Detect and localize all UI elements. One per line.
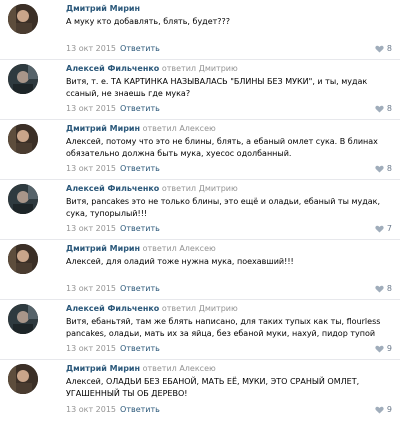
heart-icon [375,406,384,414]
reply-button[interactable]: Ответить [120,104,160,113]
comment: Дмитрий Мирин А муку кто добавлять, блят… [0,0,400,60]
replied-label: ответил [161,64,197,73]
comment: Алексей Фильченко ответил Дмитрию Витя, … [0,300,400,360]
comment-meta: 13 окт 2015 Ответить [66,223,160,234]
comment-date[interactable]: 13 окт 2015 [66,284,116,293]
comment-header: Алексей Фильченко ответил Дмитрию [66,183,392,195]
comment-thread: Дмитрий Мирин А муку кто добавлять, блят… [0,0,400,422]
like-count: 9 [386,405,392,414]
comment-date[interactable]: 13 окт 2015 [66,224,116,233]
comment-date[interactable]: 13 окт 2015 [66,405,116,414]
like-button[interactable]: 9 [375,343,392,354]
comment-date[interactable]: 13 окт 2015 [66,44,116,53]
heart-icon [375,105,384,113]
reply-to-link[interactable]: Алексею [179,364,215,373]
comment-text: Алексей, ОЛАДЬИ БЕЗ ЕБАНОЙ, МАТЬ ЕЁ, МУК… [66,377,360,398]
avatar-dmitry[interactable] [8,244,38,274]
like-button[interactable]: 7 [375,223,392,234]
like-count: 8 [386,44,392,53]
author-link[interactable]: Алексей Фильченко [66,184,159,193]
reply-button[interactable]: Ответить [120,284,160,293]
author-link[interactable]: Алексей Фильченко [66,304,159,313]
like-count: 8 [386,164,392,173]
like-count: 8 [386,284,392,293]
comment-meta: 13 окт 2015 Ответить [66,343,160,354]
replied-label: ответил [161,184,197,193]
comment-text: Витя, pancakes это не только блины, это … [66,197,381,218]
reply-to-link[interactable]: Алексею [179,124,215,133]
reply-to-link[interactable]: Дмитрию [199,184,238,193]
reply-to-link[interactable]: Алексею [179,244,215,253]
replied-label: ответил [142,364,177,373]
like-button[interactable]: 8 [375,163,392,174]
comment-header: Дмитрий Мирин [66,3,392,15]
comment-meta: 13 окт 2015 Ответить [66,103,160,114]
comment-text: А муку кто добавлять, блять, будет??? [66,17,231,26]
comment-meta: 13 окт 2015 Ответить [66,404,160,415]
comment-header: Дмитрий Мирин ответил Алексею [66,123,392,135]
comment-header: Алексей Фильченко ответил Дмитрию [66,303,392,315]
comment-header: Дмитрий Мирин ответил Алексею [66,243,392,255]
replied-label: ответил [142,244,177,253]
comment: Дмитрий Мирин ответил Алексею Алексей, д… [0,240,400,300]
comment-date[interactable]: 13 окт 2015 [66,164,116,173]
reply-to-link[interactable]: Дмитрию [199,64,238,73]
avatar-dmitry[interactable] [8,364,38,394]
reply-button[interactable]: Ответить [120,224,160,233]
comment-meta: 13 окт 2015 Ответить [66,43,160,54]
like-count: 7 [386,224,392,233]
author-link[interactable]: Дмитрий Мирин [66,4,140,13]
reply-to-link[interactable]: Дмитрию [199,304,238,313]
like-count: 8 [386,104,392,113]
replied-label: ответил [161,304,197,313]
comment: Дмитрий Мирин ответил Алексею Алексей, О… [0,360,400,420]
comment-text: Витя, ебаньтяй, там же блять написано, д… [66,317,381,338]
heart-icon [375,285,384,293]
reply-button[interactable]: Ответить [120,164,160,173]
author-link[interactable]: Дмитрий Мирин [66,124,140,133]
comment-date[interactable]: 13 окт 2015 [66,344,116,353]
avatar-alexey[interactable] [8,184,38,214]
heart-icon [375,165,384,173]
replied-label: ответил [142,124,177,133]
comment: Алексей Фильченко ответил Дмитрию Витя, … [0,180,400,240]
like-count: 9 [386,344,392,353]
like-button[interactable]: 8 [375,283,392,294]
avatar-dmitry[interactable] [8,124,38,154]
author-link[interactable]: Алексей Фильченко [66,64,159,73]
reply-button[interactable]: Ответить [120,344,160,353]
comment: Алексей Фильченко ответил Дмитрию Витя, … [0,60,400,120]
like-button[interactable]: 9 [375,404,392,415]
comment-text: Алексей, потому что это не блины, блять,… [66,137,378,158]
like-button[interactable]: 8 [375,103,392,114]
heart-icon [375,345,384,353]
comment-meta: 13 окт 2015 Ответить [66,283,160,294]
comment-meta: 13 окт 2015 Ответить [66,163,160,174]
comment-text: Витя, т. е. ТА КАРТИНКА НАЗЫВАЛАСЬ "БЛИН… [66,77,368,98]
comment-header: Алексей Фильченко ответил Дмитрию [66,63,392,75]
author-link[interactable]: Дмитрий Мирин [66,364,140,373]
comment-date[interactable]: 13 окт 2015 [66,104,116,113]
heart-icon [375,45,384,53]
like-button[interactable]: 8 [375,43,392,54]
comment: Дмитрий Мирин ответил Алексею Алексей, п… [0,120,400,180]
heart-icon [375,225,384,233]
comment-header: Дмитрий Мирин ответил Алексею [66,363,392,375]
avatar-alexey[interactable] [8,64,38,94]
comment-text: Алексей, для оладий тоже нужна мука, пое… [66,257,294,266]
reply-button[interactable]: Ответить [120,405,160,414]
reply-button[interactable]: Ответить [120,44,160,53]
avatar-alexey[interactable] [8,304,38,334]
author-link[interactable]: Дмитрий Мирин [66,244,140,253]
avatar-dmitry[interactable] [8,4,38,34]
